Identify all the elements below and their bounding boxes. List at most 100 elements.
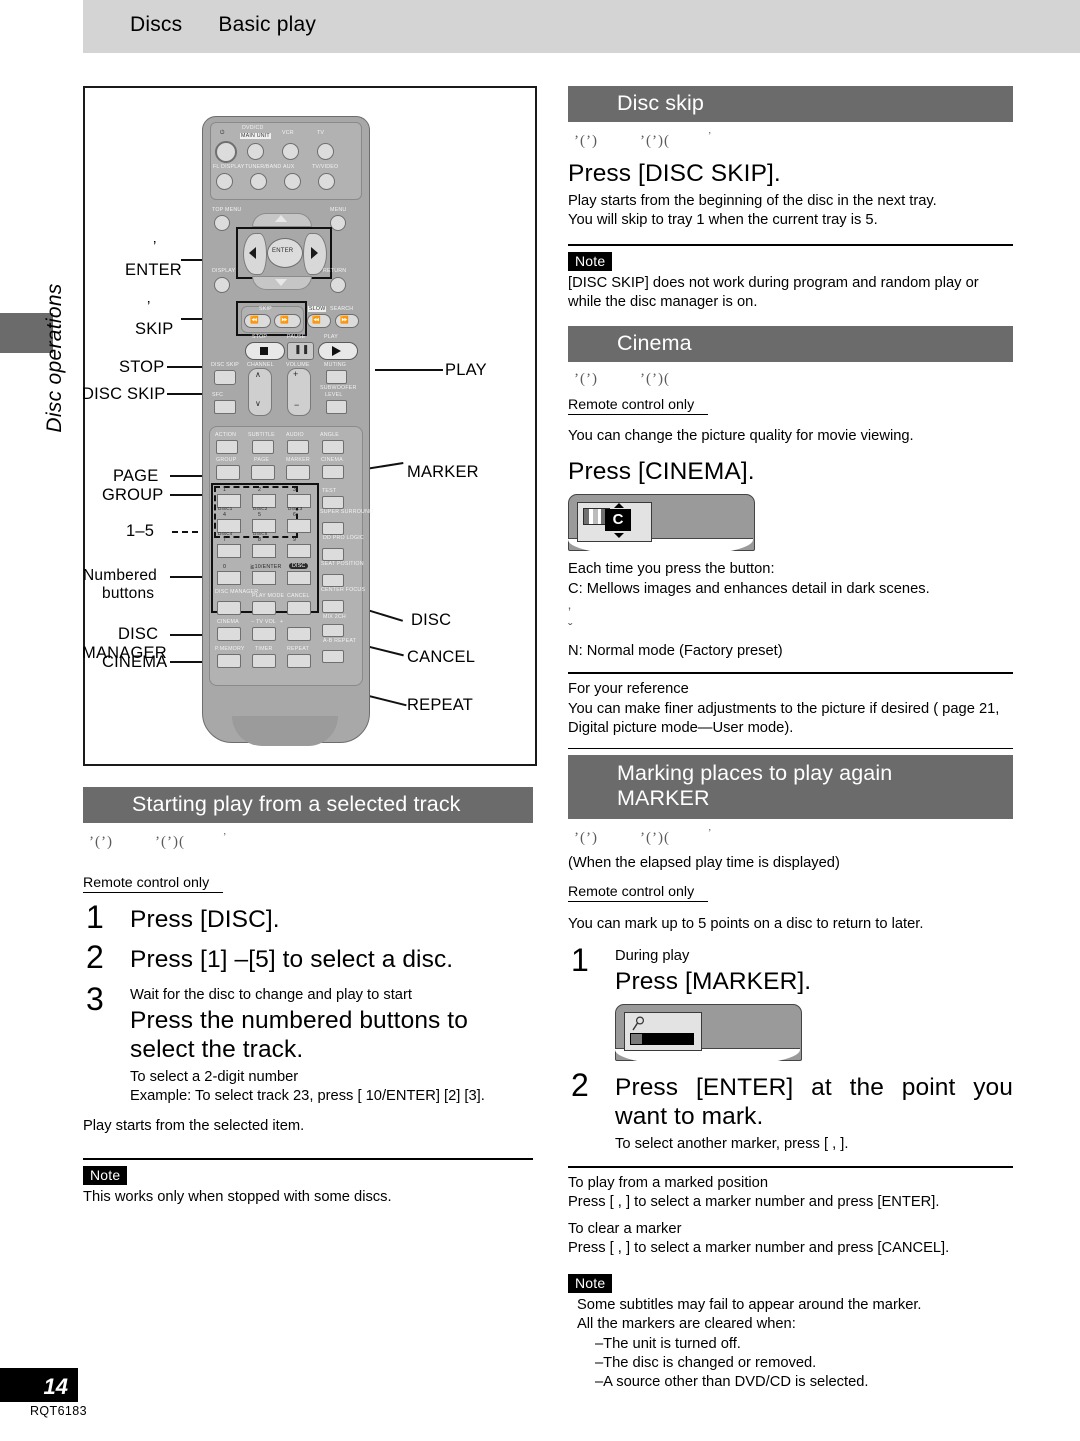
- cancel-button[interactable]: [287, 601, 311, 615]
- super-surround-button[interactable]: [322, 522, 344, 535]
- label-disc-skip: DISC SKIP: [211, 362, 239, 368]
- cinema-top-button[interactable]: [322, 465, 344, 479]
- callout-numbered: Numbered: [83, 567, 157, 584]
- dd-prologic-button[interactable]: [322, 548, 344, 561]
- section-header-disc-skip: Disc skip: [568, 86, 1013, 123]
- sfc-button[interactable]: [214, 400, 236, 414]
- step-1-left: 1 Press [DISC].: [83, 901, 533, 935]
- play-mode-button[interactable]: [252, 601, 276, 615]
- note-marker-line-5: –A source other than DVD/CD is selected.: [595, 1374, 869, 1391]
- label-subtitle: SUBTITLE: [248, 432, 275, 438]
- marker-step-1: 1 During play Press [MARKER].: [568, 944, 1013, 1067]
- label-super-surround: SUPER SURROUND: [320, 509, 374, 515]
- play-icon: [332, 346, 341, 356]
- label-center-focus: CENTER FOCUS: [321, 587, 366, 593]
- note-badge-disc-skip: Note: [568, 251, 613, 271]
- publication-code: RQT6183: [30, 1404, 87, 1418]
- running-head-bar: Discs Basic play: [83, 0, 1080, 53]
- step-2-left: 2 Press [1] –[5] to select a disc.: [83, 941, 533, 975]
- key-4-num: 4: [223, 512, 227, 518]
- aux-button[interactable]: [284, 173, 301, 190]
- key-0-button[interactable]: [217, 571, 241, 585]
- power-button[interactable]: [215, 141, 237, 163]
- seat-position-button[interactable]: [322, 574, 344, 587]
- group-button[interactable]: [216, 465, 240, 480]
- step-1-heading: Press [DISC].: [130, 906, 280, 934]
- marker-title-line-1: Marking places to play again: [617, 761, 893, 786]
- marker-title-line-2: MARKER: [617, 786, 710, 811]
- timer-button[interactable]: [252, 654, 276, 668]
- disc-manager-button[interactable]: [217, 601, 241, 615]
- label-dd-prologic: DD PRO LOGIC: [323, 535, 364, 541]
- label-stop: STOP: [252, 334, 268, 340]
- cinema-button[interactable]: [217, 627, 241, 641]
- skip-forward-icon: ⏩: [280, 317, 289, 324]
- repeat-button[interactable]: [287, 654, 311, 668]
- subtitle-button[interactable]: [252, 440, 274, 454]
- menu-button[interactable]: [330, 215, 346, 231]
- label-vcr: VCR: [282, 130, 294, 136]
- tv-vol-up-button[interactable]: [287, 627, 311, 641]
- disc-icon-dvd-4: ’(’): [574, 830, 598, 847]
- display-button[interactable]: [214, 277, 230, 293]
- marker-intro: You can mark up to 5 points on a disc to…: [568, 915, 924, 932]
- mix-2ch-button[interactable]: [322, 624, 344, 637]
- key-10enter-button[interactable]: [252, 571, 276, 585]
- ab-repeat-button[interactable]: [322, 650, 344, 663]
- key-6-button[interactable]: [287, 519, 311, 533]
- key-7-button[interactable]: [217, 544, 241, 558]
- step-2-heading: Press [1] –[5] to select a disc.: [130, 946, 454, 974]
- action-button[interactable]: [216, 440, 238, 454]
- muting-button[interactable]: [326, 370, 347, 384]
- tv-vol-down-button[interactable]: [252, 627, 276, 641]
- stop-icon: [260, 347, 268, 355]
- angle-button[interactable]: [322, 440, 344, 454]
- marker-step-2-sub: To select another marker, press [ , ].: [615, 1135, 849, 1152]
- disc-type-icons-cinema: ’(’) ’(’)(: [568, 371, 1013, 391]
- page-button[interactable]: [251, 465, 275, 480]
- note-marker-line-1: Some subtitles may fail to appear around…: [577, 1297, 922, 1314]
- step-1-number: 1: [86, 899, 104, 936]
- clear-marker-text: Press [ , ] to select a marker number an…: [568, 1239, 950, 1256]
- test-button[interactable]: [322, 496, 344, 509]
- key-2-num: 2: [258, 487, 262, 493]
- tuner-band-button[interactable]: [250, 173, 267, 190]
- key-disc1-label: DISC1: [218, 506, 233, 511]
- center-focus-button[interactable]: [322, 600, 344, 613]
- tv-button[interactable]: [317, 143, 334, 160]
- label-cancel: CANCEL: [287, 593, 310, 599]
- disc-button[interactable]: [287, 571, 311, 585]
- running-head-text: Discs Basic play: [130, 13, 316, 37]
- callout-cancel: CANCEL: [407, 648, 476, 666]
- cinema-line-2: C: Mellows images and enhances detail in…: [568, 580, 930, 597]
- disc-icon-vcd-4: ’(’)(: [639, 830, 670, 847]
- note-badge-left: Note: [83, 1165, 128, 1185]
- callout-disc-skip: DISC SKIP: [82, 385, 166, 403]
- return-button[interactable]: [330, 277, 346, 293]
- disc-skip-button[interactable]: [214, 370, 236, 385]
- top-menu-button[interactable]: [214, 215, 230, 231]
- left-column: Starting play from a selected track ’(’)…: [83, 787, 533, 1207]
- label-sfc: SFC: [212, 392, 224, 398]
- callout-repeat: REPEAT: [407, 696, 473, 714]
- marker-pin-icon: [632, 1016, 645, 1031]
- cinema-up-arrow-icon: [614, 503, 624, 509]
- key-9-button[interactable]: [287, 544, 311, 558]
- divider-right-4: [568, 1166, 1013, 1169]
- divider-right-2: [568, 672, 1013, 675]
- step-3-sub2: Example: To select track 23, press [ 10/…: [130, 1088, 485, 1105]
- remote-control-only-left: Remote control only: [83, 875, 224, 894]
- callout-marker: MARKER: [407, 463, 479, 481]
- tv-video-button[interactable]: [318, 173, 335, 190]
- vcr-button[interactable]: [282, 143, 299, 160]
- label-fl-display: FL DISPLAY: [213, 164, 245, 170]
- marker-button[interactable]: [286, 465, 310, 480]
- fl-display-button[interactable]: [216, 173, 233, 190]
- p-memory-button[interactable]: [217, 654, 241, 668]
- audio-button[interactable]: [287, 440, 309, 454]
- label-slow: SLOW: [308, 306, 327, 312]
- subwoofer-level-button[interactable]: [326, 400, 347, 414]
- dvd-cd-button[interactable]: [247, 143, 264, 160]
- key-8-button[interactable]: [252, 544, 276, 558]
- label-mix-2ch: MIX 2CH: [323, 614, 346, 620]
